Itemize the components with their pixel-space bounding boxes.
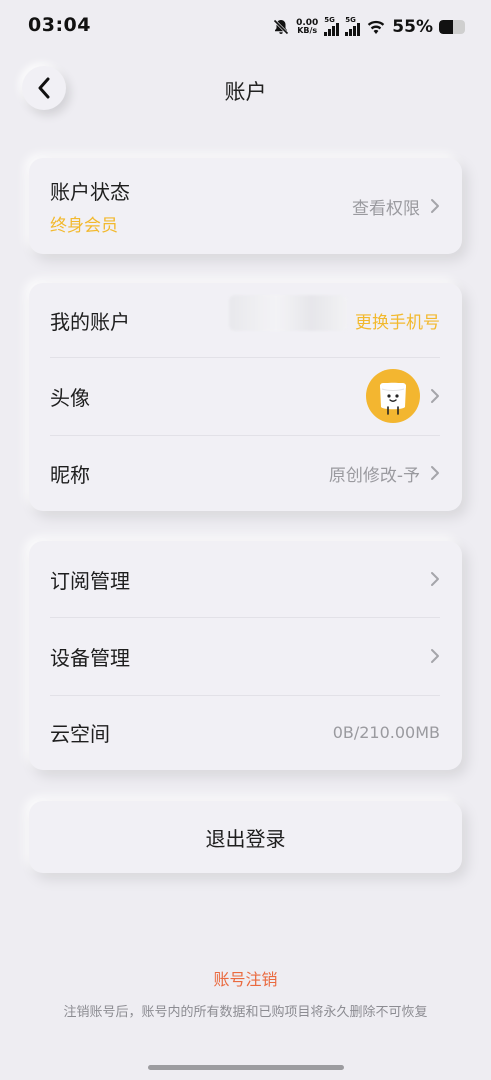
chevron-right-icon [431,389,439,403]
cloud-space-label: 云空间 [50,722,110,746]
redacted-phone-number [229,295,347,331]
account-status-card[interactable]: 账户状态 终身会员 查看权限 [29,158,462,254]
net-speed: 0.00 KB/s [296,18,319,35]
subscription-row[interactable]: 订阅管理 [29,541,462,617]
cloud-space-row: 云空间 0B/210.00MB [29,695,462,770]
manage-card: 订阅管理 设备管理 云空间 0B/210.00MB [29,541,462,770]
avatar[interactable] [366,369,420,423]
view-permissions-link[interactable]: 查看权限 [352,194,420,219]
device-row[interactable]: 设备管理 [29,617,462,695]
profile-card: 我的账户 更换手机号 头像 昵称 原创修改-予 [29,283,462,511]
bell-muted-icon [273,19,289,35]
account-page: 03:04 0.00 KB/s 5G 5G 55% 账户 账户状态 终身会员 查… [0,0,491,1080]
chevron-right-icon [431,466,439,480]
logout-label: 退出登录 [205,826,286,851]
nickname-row[interactable]: 昵称 原创修改-予 [29,435,462,511]
battery-percent: 55% [392,17,433,37]
logout-button[interactable]: 退出登录 [29,801,462,873]
status-time: 03:04 [28,14,91,36]
nickname-label: 昵称 [50,462,90,487]
signal-icon-sim1: 5G [324,16,340,36]
cancel-account-note: 注销账号后，账号内的所有数据和已购项目将永久删除不可恢复 [63,1005,428,1020]
battery-icon [439,20,465,34]
avatar-label: 头像 [50,385,90,410]
subscription-label: 订阅管理 [50,568,130,593]
my-account-row: 我的账户 更换手机号 [29,283,462,357]
wifi-icon [368,20,385,34]
status-icons: 0.00 KB/s 5G 5G 55% [272,14,465,40]
page-title: 账户 [224,80,267,104]
change-phone-link[interactable]: 更换手机号 [355,308,440,333]
avatar-row[interactable]: 头像 [29,357,462,435]
nickname-value: 原创修改-予 [328,465,420,486]
account-status-row[interactable]: 账户状态 终身会员 查看权限 [29,158,462,254]
battery-fill [439,20,454,34]
status-bar: 03:04 0.00 KB/s 5G 5G 55% [0,0,491,54]
signal-icon-sim2: 5G [345,16,361,36]
account-status-label: 账户状态 [50,180,130,204]
chevron-right-icon [431,199,439,213]
avatar-mascot-icon [380,382,406,415]
chevron-right-icon [431,649,439,663]
home-indicator[interactable] [148,1065,344,1070]
chevron-right-icon [431,572,439,586]
cancel-account-link[interactable]: 账号注销 [0,966,491,990]
my-account-label: 我的账户 [50,309,130,334]
membership-badge: 终身会员 [50,216,118,236]
device-label: 设备管理 [50,645,130,670]
cloud-space-usage: 0B/210.00MB [332,723,440,742]
